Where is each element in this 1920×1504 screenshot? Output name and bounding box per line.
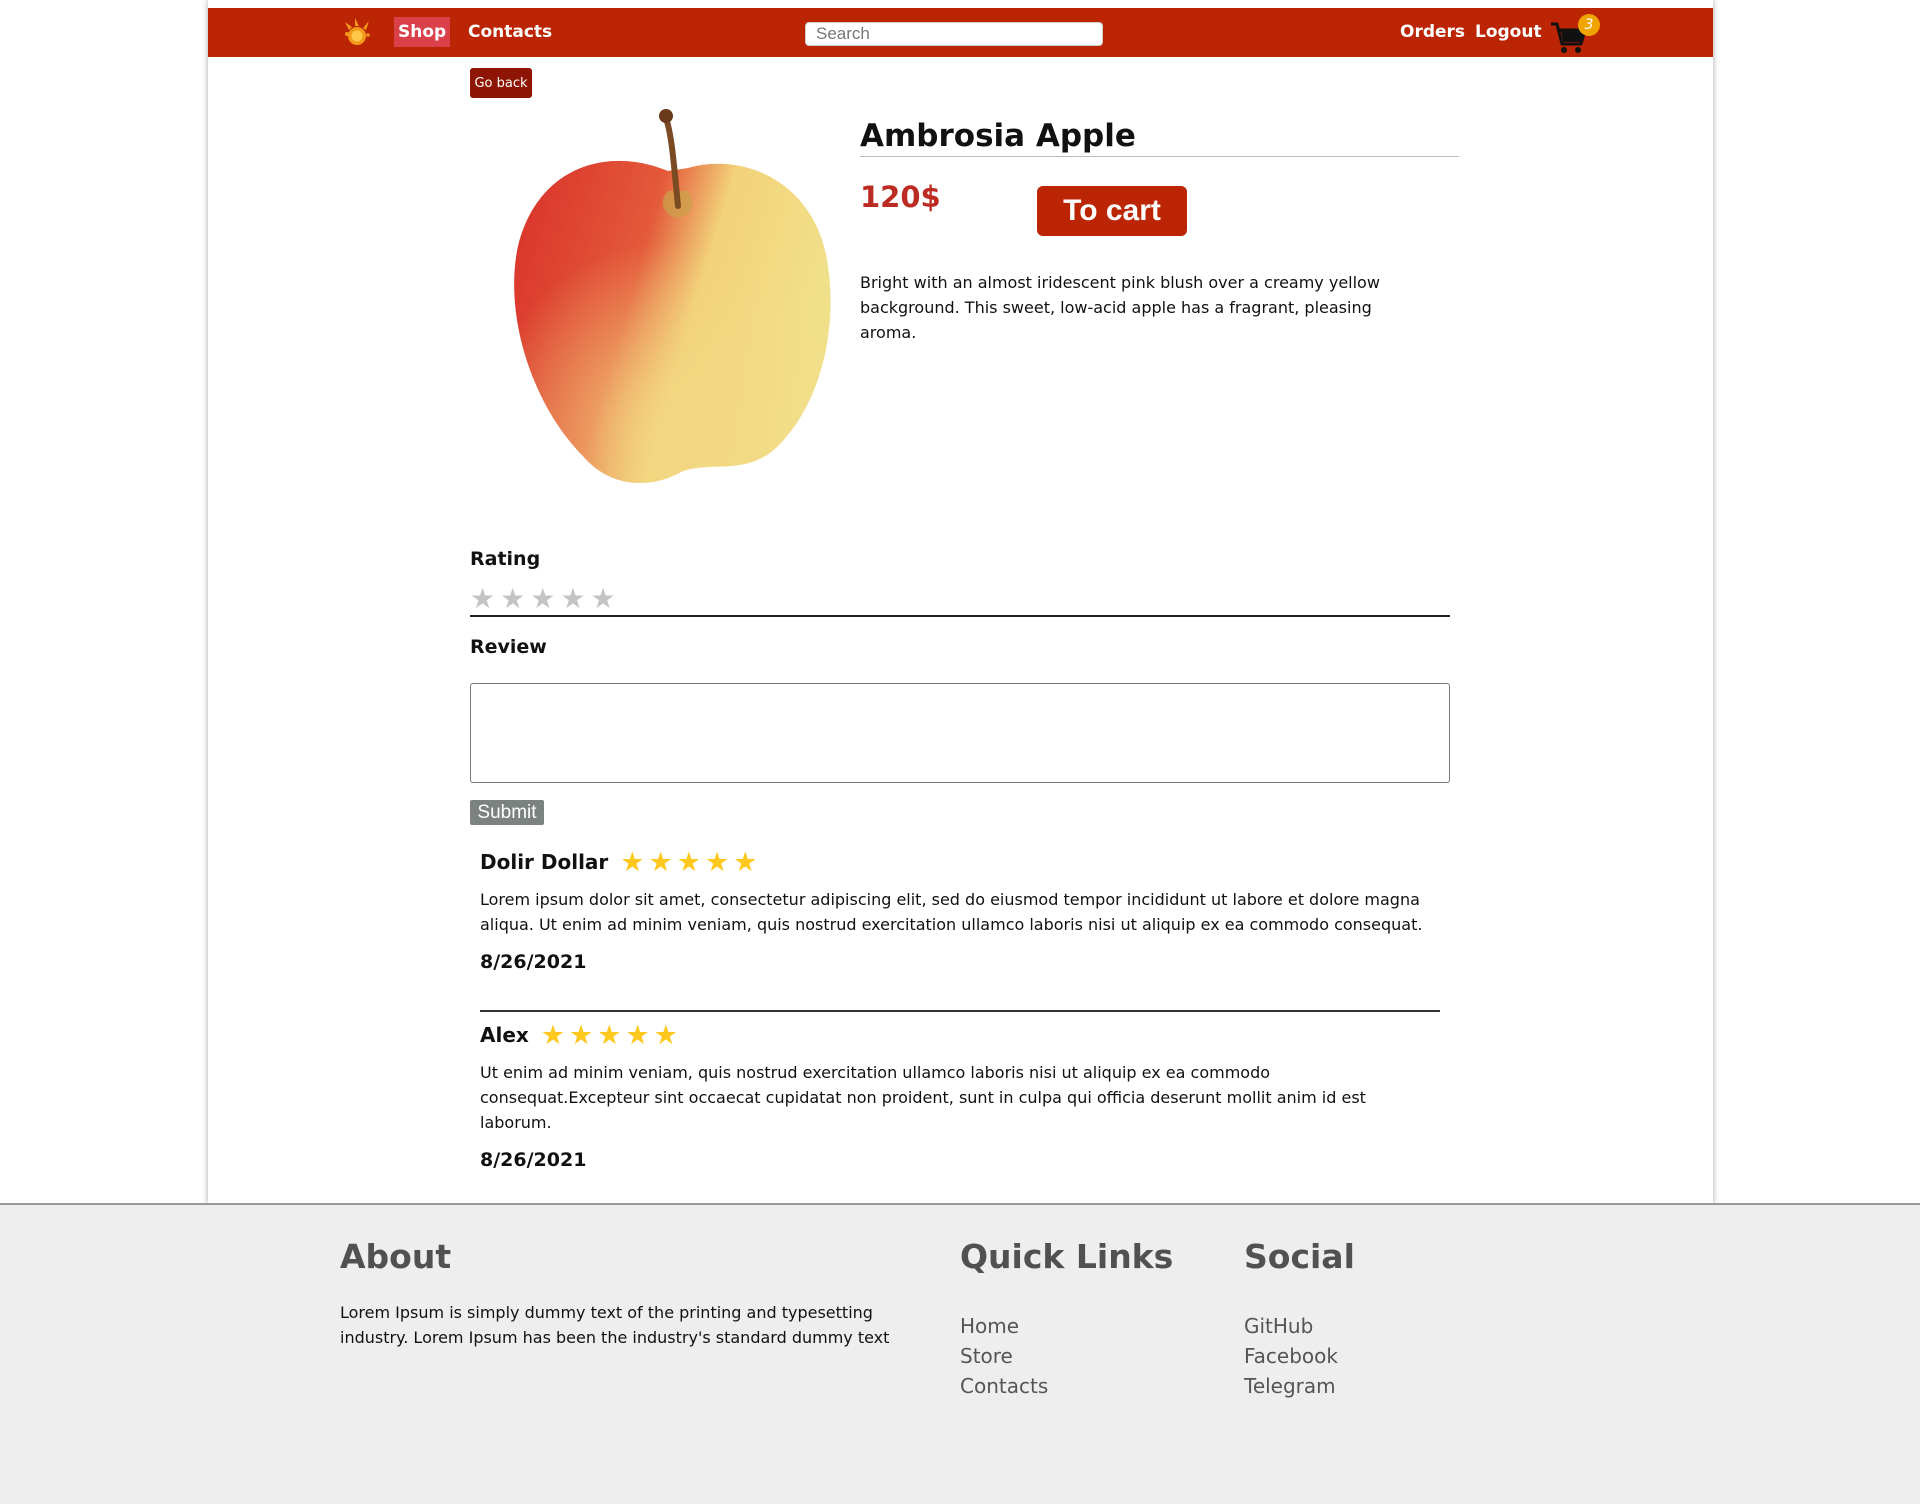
- divider: [470, 615, 1450, 617]
- footer-link-github[interactable]: GitHub: [1244, 1311, 1338, 1341]
- star-icon: ★: [704, 846, 730, 878]
- star-icon[interactable]: ★: [500, 582, 525, 616]
- star-icon: ★: [733, 846, 758, 878]
- go-back-button[interactable]: Go back: [470, 68, 532, 98]
- nav-link-shop[interactable]: Shop: [394, 17, 451, 47]
- review-label: Review: [470, 636, 547, 658]
- star-icon: ★: [653, 1019, 678, 1051]
- product-description: Bright with an almost iridescent pink bl…: [860, 273, 1380, 342]
- nav-link-orders[interactable]: Orders: [1396, 17, 1469, 47]
- footer-link-contacts[interactable]: Contacts: [960, 1371, 1048, 1401]
- footer-quick-links-title: Quick Links: [960, 1237, 1174, 1276]
- star-icon[interactable]: ★: [530, 582, 555, 616]
- apple-image: [514, 109, 831, 483]
- star-icon: ★: [540, 1019, 566, 1051]
- review-text: Ut enim ad minim veniam, quis nostrud ex…: [480, 1063, 1366, 1132]
- star-icon[interactable]: ★: [560, 582, 585, 616]
- footer-about-text: Lorem Ipsum is simply dummy text of the …: [340, 1303, 890, 1347]
- page-container: Shop Contacts Orders Logout 3 Go back: [208, 0, 1713, 1203]
- review-textarea[interactable]: [470, 683, 1450, 783]
- fruit-splash-logo-icon[interactable]: [341, 16, 373, 48]
- footer-about-title: About: [340, 1237, 452, 1276]
- nav-link-logout[interactable]: Logout: [1471, 17, 1546, 47]
- star-icon: ★: [625, 1019, 650, 1051]
- top-navbar: Shop Contacts Orders Logout 3: [208, 8, 1713, 57]
- star-icon: ★: [597, 1019, 622, 1051]
- divider: [480, 1010, 1440, 1012]
- rating-stars-input[interactable]: ★ ★ ★ ★ ★: [470, 582, 616, 616]
- footer-social-links: GitHub Facebook Telegram: [1244, 1311, 1338, 1401]
- cart-button[interactable]: 3: [1549, 14, 1605, 54]
- review-stars: ★ ★ ★ ★ ★: [620, 847, 761, 878]
- review-date: 8/26/2021: [480, 951, 587, 973]
- footer-link-facebook[interactable]: Facebook: [1244, 1341, 1338, 1371]
- footer-link-store[interactable]: Store: [960, 1341, 1048, 1371]
- footer: About Lorem Ipsum is simply dummy text o…: [0, 1203, 1920, 1504]
- review-text: Lorem ipsum dolor sit amet, consectetur …: [480, 890, 1423, 934]
- review-item: Dolir Dollar ★ ★ ★ ★ ★ Lorem ipsum dolor sit…: [480, 845, 1440, 974]
- product-title: Ambrosia Apple: [860, 118, 1459, 157]
- star-icon: ★: [648, 846, 673, 878]
- reviewer-name: Dolir Dollar: [480, 850, 609, 874]
- footer-quick-links: Home Store Contacts: [960, 1311, 1048, 1401]
- review-item: Alex ★ ★ ★ ★ ★ Ut enim ad minim veniam, quis…: [480, 1018, 1440, 1172]
- star-icon[interactable]: ★: [590, 582, 615, 616]
- star-icon[interactable]: ★: [470, 582, 495, 616]
- add-to-cart-button[interactable]: To cart: [1037, 186, 1187, 236]
- submit-review-button[interactable]: Submit: [470, 800, 544, 825]
- review-stars: ★ ★ ★ ★ ★: [541, 1020, 682, 1051]
- star-icon: ★: [676, 846, 701, 878]
- search-input[interactable]: [805, 22, 1103, 46]
- footer-link-telegram[interactable]: Telegram: [1244, 1371, 1338, 1401]
- nav-link-contacts[interactable]: Contacts: [464, 17, 556, 47]
- reviewer-name: Alex: [480, 1023, 529, 1047]
- cart-count-badge: 3: [1578, 14, 1600, 36]
- footer-social-title: Social: [1244, 1237, 1355, 1276]
- footer-link-home[interactable]: Home: [960, 1311, 1048, 1341]
- product-price: 120$: [860, 180, 941, 214]
- review-date: 8/26/2021: [480, 1149, 587, 1171]
- star-icon: ★: [620, 846, 645, 878]
- rating-label: Rating: [470, 548, 541, 570]
- star-icon: ★: [569, 1019, 594, 1051]
